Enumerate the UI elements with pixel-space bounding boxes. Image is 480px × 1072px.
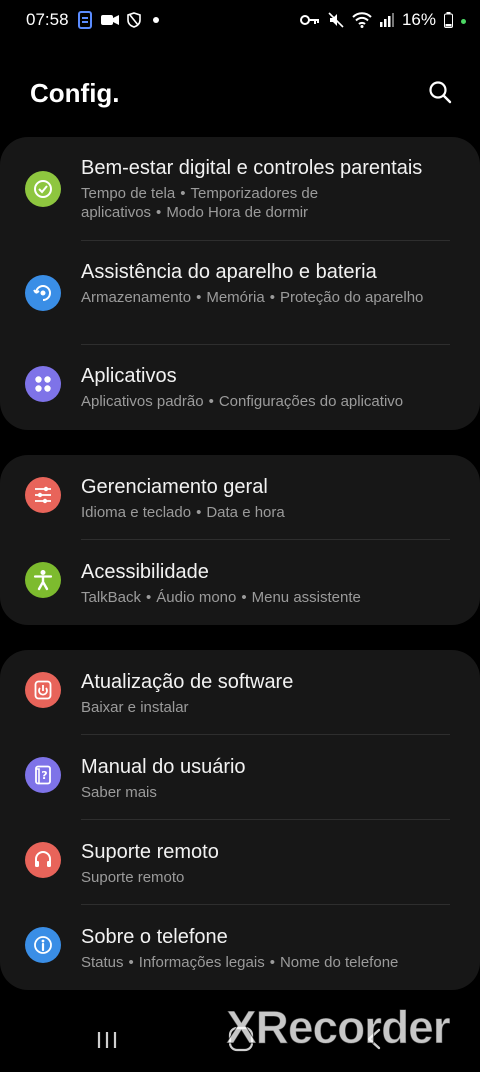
- item-subtitle: Tempo de tela • Temporizadores de aplicati…: [81, 185, 319, 221]
- item-title: Aplicativos: [81, 365, 177, 387]
- key-icon: [299, 14, 320, 26]
- recorder-watermark: XRecorder: [226, 1001, 452, 1054]
- page-title: Config.: [30, 78, 120, 108]
- recent-apps-button[interactable]: [96, 1030, 118, 1055]
- item-title: Manual do usuário: [81, 756, 246, 778]
- privacy-indicator-icon: [461, 19, 466, 24]
- item-subtitle: Baixar e instalar: [81, 699, 189, 716]
- notification-dot-icon: [152, 17, 159, 23]
- apps-icon: [25, 366, 61, 402]
- item-title: Suporte remoto: [81, 841, 219, 863]
- accessibility-icon: [25, 562, 61, 598]
- svg-text:?: ?: [41, 769, 47, 782]
- mute-icon: [328, 12, 344, 28]
- item-subtitle: TalkBack • Áudio mono • Menu assistente: [81, 589, 361, 606]
- video-icon: [100, 13, 119, 27]
- battery-percent: 16%: [401, 10, 436, 29]
- sync-icon: [77, 11, 93, 29]
- item-title: Assistência do aparelho e bateria: [81, 261, 377, 283]
- item-subtitle: Armazenamento • Memória • Proteção do aparel…: [81, 289, 424, 306]
- general-management-icon: [25, 477, 61, 513]
- battery-icon: [444, 12, 453, 28]
- signal-icon: [379, 13, 394, 27]
- recent-apps-icon: [97, 1032, 117, 1048]
- item-title: Gerenciamento geral: [81, 476, 268, 498]
- settings-item-remote-support[interactable]: Suporte remoto Suporte remoto: [0, 820, 480, 905]
- settings-item-about-phone[interactable]: Sobre o telefone Status • Informações lega…: [0, 905, 480, 990]
- settings-item-accessibility[interactable]: Acessibilidade TalkBack • Áudio mono • Menu …: [0, 540, 480, 625]
- item-subtitle: Aplicativos padrão • Configurações do apli…: [81, 393, 404, 410]
- settings-group-2: Gerenciamento geral Idioma e teclado • Dat…: [0, 455, 480, 625]
- item-subtitle: Saber mais: [81, 784, 157, 801]
- item-title: Sobre o telefone: [81, 926, 228, 948]
- wifi-icon: [352, 12, 372, 28]
- app-header: Config.: [0, 72, 480, 116]
- about-phone-icon: [25, 927, 61, 963]
- settings-item-digital-wellbeing[interactable]: Bem-estar digital e controles parentais …: [0, 137, 480, 241]
- search-button[interactable]: [426, 78, 454, 106]
- remote-support-icon: [25, 842, 61, 878]
- item-subtitle: Suporte remoto: [81, 869, 185, 886]
- user-manual-icon: ?: [25, 757, 61, 793]
- shield-icon: [126, 12, 141, 28]
- item-title: Atualização de software: [81, 671, 294, 693]
- software-update-icon: [25, 672, 61, 708]
- settings-item-device-care[interactable]: Assistência do aparelho e bateria Armaze…: [0, 241, 480, 345]
- status-bar: 07:58 16%: [0, 0, 480, 40]
- settings-group-3: Atualização de software Baixar e instala…: [0, 650, 480, 990]
- item-subtitle: Idioma e teclado • Data e hora: [81, 504, 285, 521]
- item-title: Acessibilidade: [81, 561, 209, 583]
- settings-item-software-update[interactable]: Atualização de software Baixar e instala…: [0, 650, 480, 735]
- settings-item-apps[interactable]: Aplicativos Aplicativos padrão • Configura…: [0, 345, 480, 430]
- settings-group-1: Bem-estar digital e controles parentais …: [0, 137, 480, 430]
- item-subtitle: Status • Informações legais • Nome do telefo…: [81, 954, 399, 971]
- settings-item-user-manual[interactable]: ? Manual do usuário Saber mais: [0, 735, 480, 820]
- settings-item-general-management[interactable]: Gerenciamento geral Idioma e teclado • Dat…: [0, 455, 480, 540]
- item-title: Bem-estar digital e controles parentais: [81, 157, 423, 179]
- device-care-icon: [25, 275, 61, 311]
- search-icon: [429, 81, 452, 104]
- digital-wellbeing-icon: [25, 171, 61, 207]
- status-time: 07:58: [26, 10, 69, 29]
